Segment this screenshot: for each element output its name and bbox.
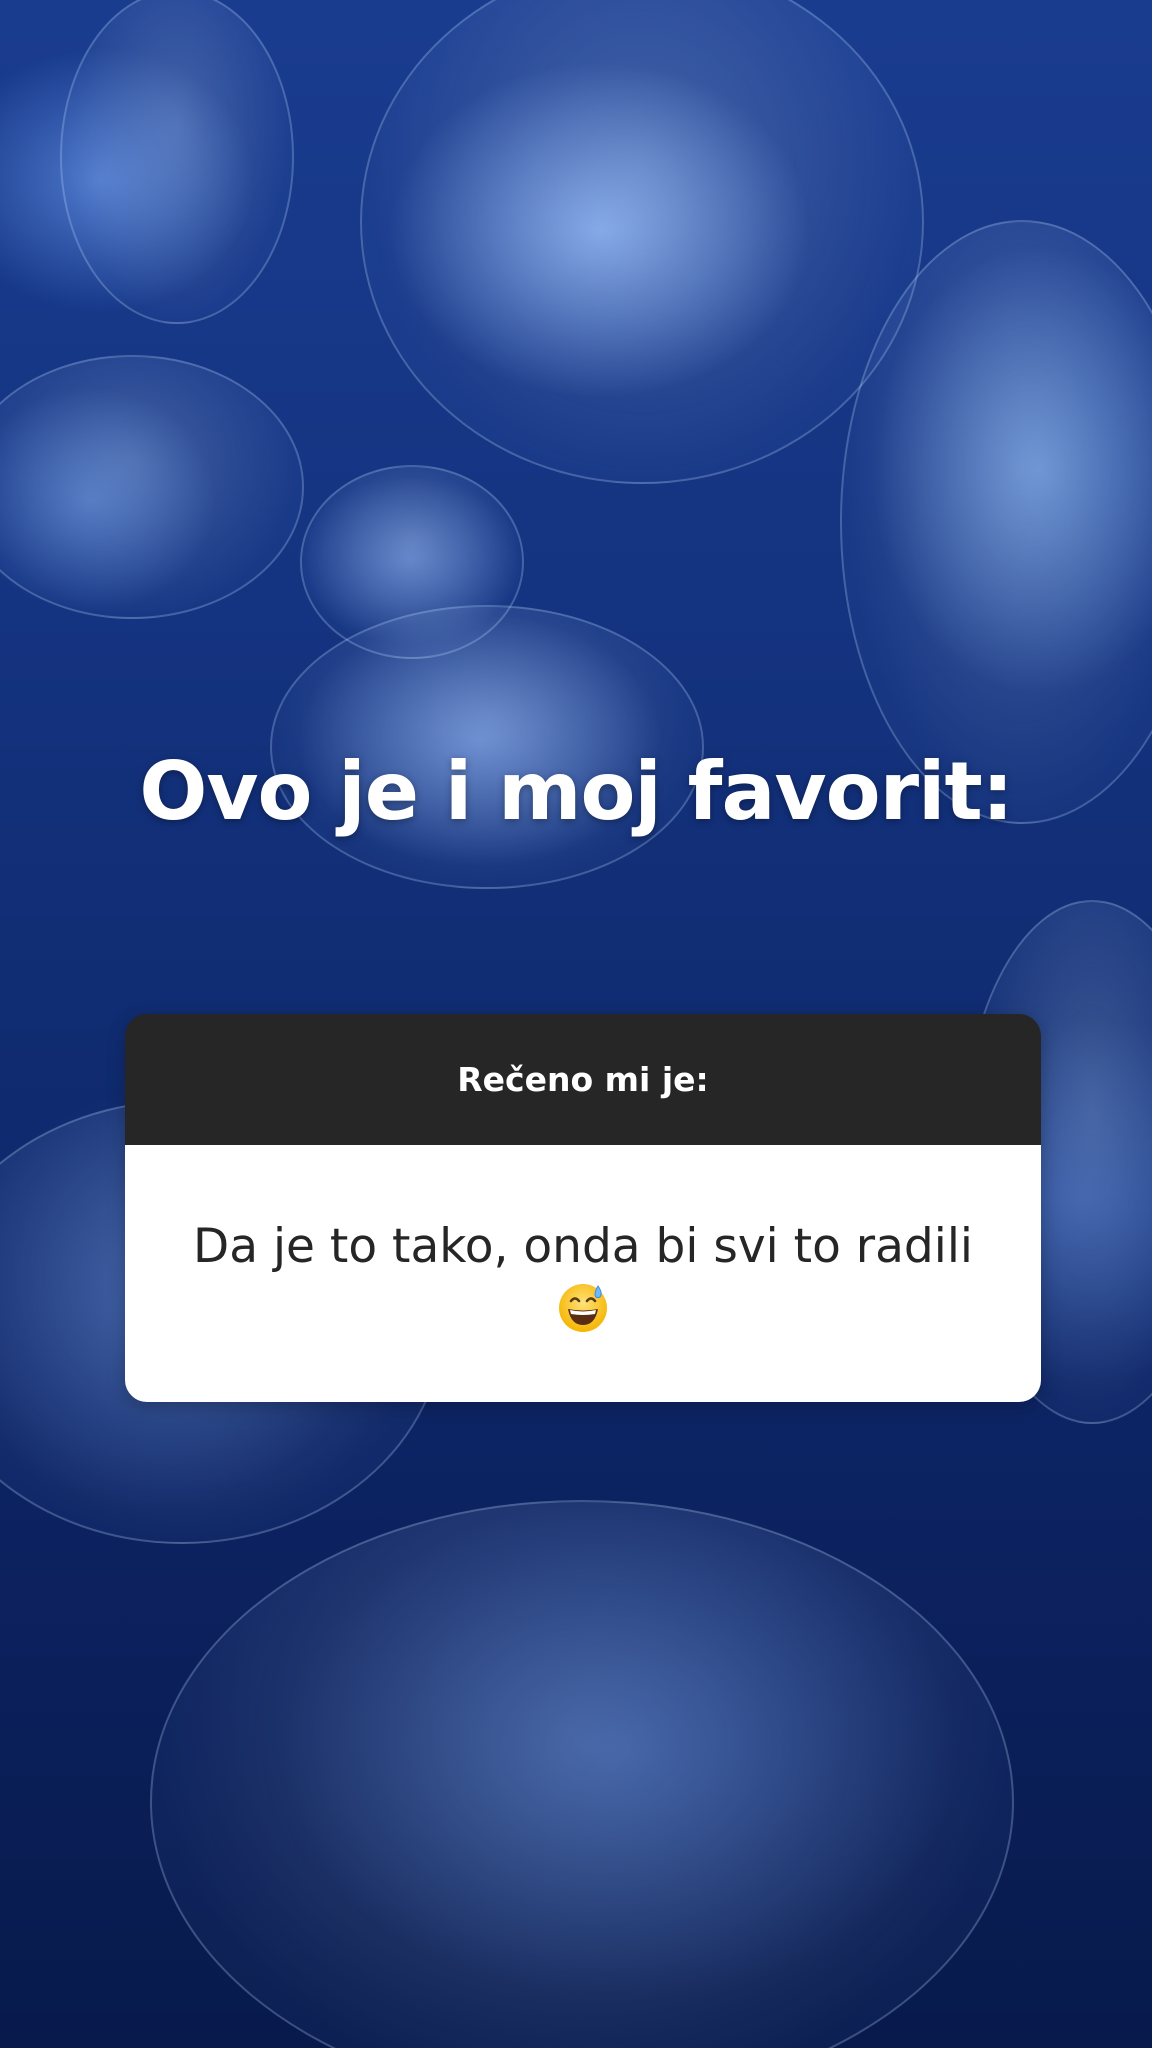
question-prompt: Rečeno mi je: xyxy=(125,1014,1041,1145)
story-canvas[interactable]: Ovo je i moj favorit: Rečeno mi je: Da j… xyxy=(0,0,1152,2048)
jellyfish-shape xyxy=(360,0,924,484)
jellyfish-shape xyxy=(150,1500,1014,2048)
answer-text: Da je to tako, onda bi svi to radili xyxy=(193,1218,973,1274)
jellyfish-shape xyxy=(0,355,304,619)
jellyfish-shape xyxy=(300,465,524,659)
jellyfish-shape xyxy=(60,0,294,324)
grinning-face-with-sweat-icon xyxy=(557,1281,609,1333)
question-sticker[interactable]: Rečeno mi je: Da je to tako, onda bi svi… xyxy=(125,1014,1041,1402)
question-answer: Da je to tako, onda bi svi to radili xyxy=(125,1145,1041,1402)
story-headline: Ovo je i moj favorit: xyxy=(139,745,1013,838)
